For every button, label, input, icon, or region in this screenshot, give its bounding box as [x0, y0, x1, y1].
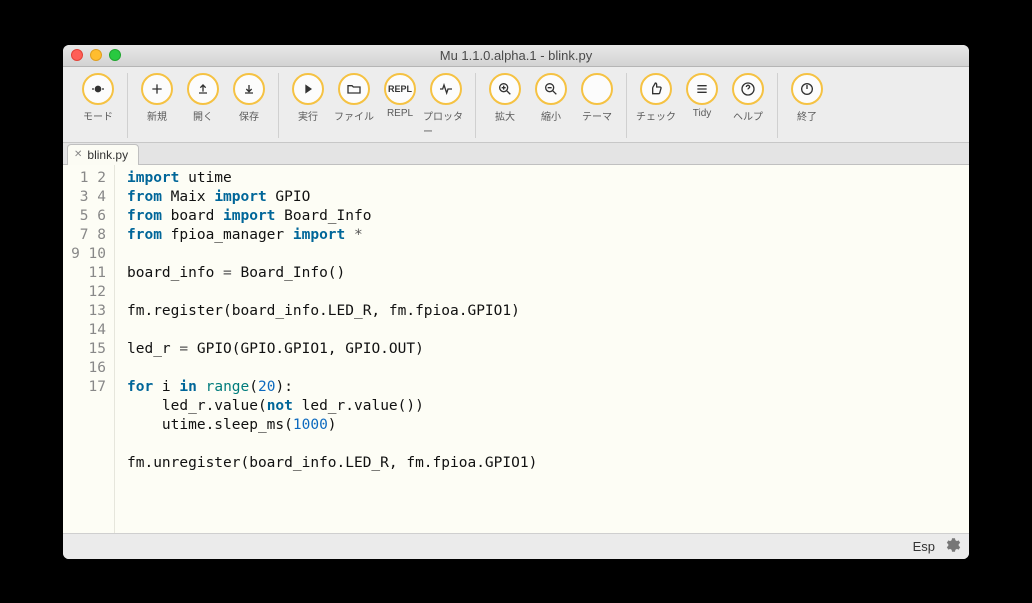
- traffic-lights: [71, 49, 121, 61]
- pulse-icon: [430, 73, 462, 105]
- status-mode: Esp: [913, 539, 935, 554]
- code-editor[interactable]: 1 2 3 4 5 6 7 8 9 10 11 12 13 14 15 16 1…: [63, 165, 969, 533]
- mode-button[interactable]: モード: [75, 73, 121, 138]
- files-button[interactable]: ファイル: [331, 73, 377, 138]
- zoomout-icon: [535, 73, 567, 105]
- tidy-button[interactable]: Tidy: [679, 73, 725, 138]
- toolbar-label: モード: [83, 108, 113, 123]
- toolbar-group: 終了: [778, 73, 836, 138]
- code-area[interactable]: import utimefrom Maix import GPIOfrom bo…: [115, 165, 537, 533]
- toolbar-group: 実行ファイルREPLREPLプロッター: [279, 73, 476, 138]
- tab-blink[interactable]: ✕ blink.py: [67, 144, 139, 165]
- titlebar[interactable]: Mu 1.1.0.alpha.1 - blink.py: [63, 45, 969, 67]
- toolbar-group: モード: [69, 73, 128, 138]
- zoomin-icon: [489, 73, 521, 105]
- toolbar-group: 新規 開く 保存: [128, 73, 279, 138]
- plotter-button[interactable]: プロッター: [423, 73, 469, 138]
- new-button[interactable]: 新規: [134, 73, 180, 138]
- repl-button[interactable]: REPL REPL: [377, 73, 423, 138]
- app-window: Mu 1.1.0.alpha.1 - blink.py モード 新規 開く 保存 実行 フ…: [63, 45, 969, 559]
- toolbar-label: 開く: [193, 108, 213, 123]
- power-icon: [791, 73, 823, 105]
- toolbar-label: チェック: [636, 108, 676, 123]
- toolbar-label: 新規: [147, 108, 167, 123]
- download-icon: [233, 73, 265, 105]
- theme-button[interactable]: テーマ: [574, 73, 620, 138]
- tab-close-icon[interactable]: ✕: [74, 149, 82, 160]
- toolbar-label: 拡大: [495, 108, 515, 123]
- toolbar-label: プロッター: [423, 108, 469, 138]
- toolbar-group: チェック Tidy ヘルプ: [627, 73, 778, 138]
- toolbar-label: 実行: [298, 108, 318, 123]
- toolbar-label: REPL: [387, 108, 413, 119]
- tab-bar: ✕ blink.py: [63, 143, 969, 165]
- toolbar-label: 縮小: [541, 108, 561, 123]
- help-icon: [732, 73, 764, 105]
- gear-icon[interactable]: [943, 536, 961, 557]
- line-gutter: 1 2 3 4 5 6 7 8 9 10 11 12 13 14 15 16 1…: [63, 165, 115, 533]
- toolbar-label: 終了: [797, 108, 817, 123]
- window-title: Mu 1.1.0.alpha.1 - blink.py: [63, 48, 969, 63]
- toolbar-label: テーマ: [582, 108, 612, 123]
- quit-button[interactable]: 終了: [784, 73, 830, 138]
- status-bar: Esp: [63, 533, 969, 559]
- save-button[interactable]: 保存: [226, 73, 272, 138]
- kbd-icon: REPL: [384, 73, 416, 105]
- help-button[interactable]: ヘルプ: [725, 73, 771, 138]
- moon-icon: [581, 73, 613, 105]
- toolbar-group: 拡大 縮小 テーマ: [476, 73, 627, 138]
- list-icon: [686, 73, 718, 105]
- upload-icon: [187, 73, 219, 105]
- toolbar-label: Tidy: [693, 108, 712, 119]
- plus-icon: [141, 73, 173, 105]
- open-button[interactable]: 開く: [180, 73, 226, 138]
- tab-label: blink.py: [87, 148, 128, 162]
- check-button[interactable]: チェック: [633, 73, 679, 138]
- minimize-icon[interactable]: [90, 49, 102, 61]
- close-icon[interactable]: [71, 49, 83, 61]
- toolbar: モード新規開く保存実行ファイルREPLREPLプロッター拡大縮小テーマチェックT…: [63, 67, 969, 143]
- toolbar-label: 保存: [239, 108, 259, 123]
- folder-icon: [338, 73, 370, 105]
- toolbar-label: ヘルプ: [733, 108, 763, 123]
- zoom-icon[interactable]: [109, 49, 121, 61]
- mode-icon: [82, 73, 114, 105]
- zoomout-button[interactable]: 縮小: [528, 73, 574, 138]
- zoomin-button[interactable]: 拡大: [482, 73, 528, 138]
- run-button[interactable]: 実行: [285, 73, 331, 138]
- play-icon: [292, 73, 324, 105]
- toolbar-label: ファイル: [334, 108, 374, 123]
- thumb-icon: [640, 73, 672, 105]
